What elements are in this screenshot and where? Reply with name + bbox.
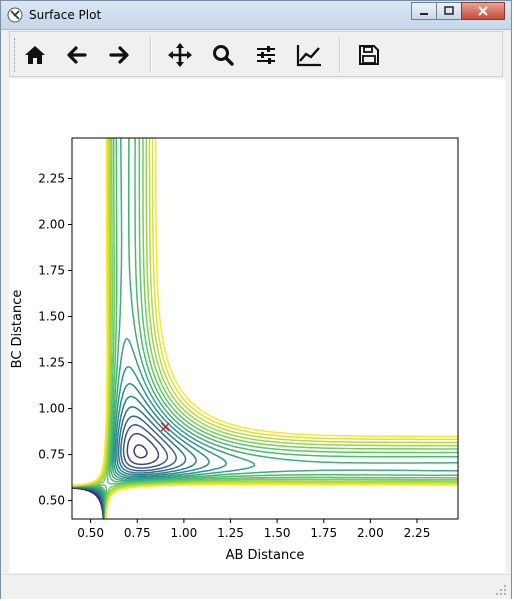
status-bar bbox=[1, 574, 511, 599]
move-icon bbox=[168, 43, 192, 67]
y-tick-label: 0.75 bbox=[38, 448, 65, 462]
x-tick-label: 1.00 bbox=[171, 526, 198, 540]
y-tick-label: 2.25 bbox=[38, 171, 65, 185]
plot-window: Surface Plot 0.50 0.75 1.00 1.25 1.50 1.… bbox=[0, 0, 512, 599]
title-bar[interactable]: Surface Plot bbox=[1, 1, 511, 30]
app-icon bbox=[7, 7, 23, 23]
axes-background bbox=[72, 138, 458, 519]
resize-grip-icon[interactable] bbox=[495, 584, 507, 596]
y-tick-label: 2.00 bbox=[38, 218, 65, 232]
minimize-icon bbox=[420, 13, 428, 15]
y-tick-label: 1.50 bbox=[38, 310, 65, 324]
y-axis-label: BC Distance bbox=[10, 290, 25, 369]
magnifier-icon bbox=[213, 45, 234, 66]
x-tick-label: 1.75 bbox=[310, 526, 337, 540]
navigation-toolbar bbox=[9, 31, 503, 77]
x-tick-label: 1.50 bbox=[264, 526, 291, 540]
save-button[interactable] bbox=[352, 38, 386, 72]
sliders-icon bbox=[257, 46, 275, 64]
toolbar-separator bbox=[150, 37, 152, 73]
toolbar-separator bbox=[339, 37, 341, 73]
y-tick-label: 1.75 bbox=[38, 264, 65, 278]
x-tick-label: 0.50 bbox=[77, 526, 104, 540]
home-button[interactable] bbox=[18, 38, 52, 72]
y-axis: 0.50 0.75 1.00 1.25 1.50 1.75 2.00 2.25 bbox=[38, 171, 72, 508]
y-tick-label: 1.25 bbox=[38, 356, 65, 370]
figure-canvas[interactable]: 0.50 0.75 1.00 1.25 1.50 1.75 2.00 2.25 0.50 0.7… bbox=[9, 79, 505, 573]
x-tick-label: 1.25 bbox=[217, 526, 244, 540]
home-icon bbox=[25, 46, 45, 64]
line-chart-icon bbox=[296, 45, 321, 67]
pan-button[interactable] bbox=[163, 38, 197, 72]
window-title: Surface Plot bbox=[29, 8, 102, 22]
contour-plot[interactable]: 0.50 0.75 1.00 1.25 1.50 1.75 2.00 2.25 0.50 0.7… bbox=[9, 79, 505, 573]
maximize-button[interactable] bbox=[436, 2, 462, 20]
x-axis-label: AB Distance bbox=[226, 548, 305, 563]
close-icon bbox=[478, 6, 488, 16]
arrow-left-icon bbox=[67, 46, 87, 64]
y-tick-label: 0.50 bbox=[38, 494, 65, 508]
close-button[interactable] bbox=[461, 2, 505, 20]
maximize-icon bbox=[444, 6, 454, 15]
arrow-right-icon bbox=[109, 46, 129, 64]
floppy-disk-icon bbox=[359, 45, 379, 65]
edit-axis-button[interactable] bbox=[292, 38, 326, 72]
x-axis: 0.50 0.75 1.00 1.25 1.50 1.75 2.00 2.25 bbox=[77, 519, 430, 540]
minimize-button[interactable] bbox=[411, 2, 437, 20]
zoom-button[interactable] bbox=[206, 38, 240, 72]
x-tick-label: 2.25 bbox=[404, 526, 431, 540]
x-tick-label: 0.75 bbox=[124, 526, 151, 540]
x-tick-label: 2.00 bbox=[357, 526, 384, 540]
y-tick-label: 1.00 bbox=[38, 402, 65, 416]
forward-button[interactable] bbox=[102, 38, 136, 72]
configure-subplots-button[interactable] bbox=[249, 38, 283, 72]
back-button[interactable] bbox=[60, 38, 94, 72]
